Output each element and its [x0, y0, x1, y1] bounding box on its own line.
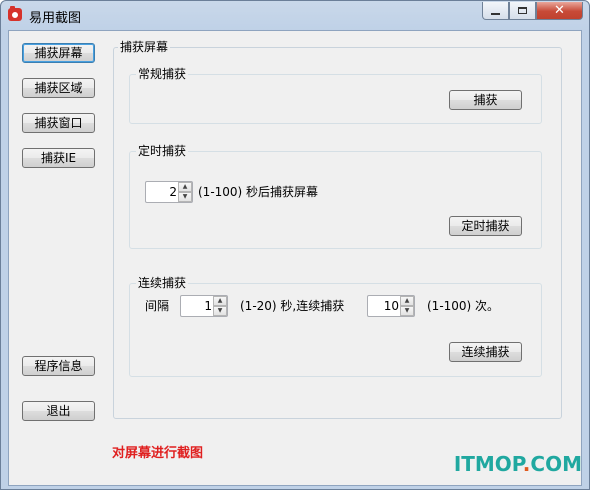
continuous-capture-group: 连续捕获 间隔 1 ▲ ▼ (1-20) 秒,连续捕获 10 ▲ ▼ (1-10…: [129, 275, 542, 377]
interval-range-text: (1-20) 秒,连续捕获: [240, 299, 345, 313]
delay-spinner-arrows[interactable]: ▲ ▼: [178, 182, 192, 202]
status-text: 对屏幕进行截图: [112, 446, 204, 461]
watermark-suffix: COM: [530, 452, 582, 476]
spin-down-icon[interactable]: ▼: [178, 192, 192, 202]
delay-spinner[interactable]: 2 ▲ ▼: [145, 181, 193, 203]
timed-capture-label: 定时捕获: [136, 143, 189, 159]
spin-up-icon[interactable]: ▲: [178, 182, 192, 192]
minimize-icon: [491, 13, 500, 15]
close-button[interactable]: ✕: [536, 2, 583, 20]
watermark-prefix: ITMOP: [453, 452, 523, 476]
maximize-button[interactable]: [509, 2, 536, 20]
spin-down-icon[interactable]: ▼: [400, 306, 414, 316]
capture-ie-button[interactable]: 捕获IE: [22, 148, 95, 168]
spin-down-icon[interactable]: ▼: [213, 306, 227, 316]
panel-title: 捕获屏幕: [118, 39, 171, 55]
app-window: 易用截图 ✕ 捕获屏幕 捕获区域 捕获窗口 捕获IE 程序信息 退出 捕获屏幕 …: [0, 0, 590, 490]
count-spinner[interactable]: 10 ▲ ▼: [367, 295, 415, 317]
camera-icon: [8, 6, 22, 21]
spin-up-icon[interactable]: ▲: [213, 296, 227, 306]
interval-spinner[interactable]: 1 ▲ ▼: [180, 295, 228, 317]
capture-region-button[interactable]: 捕获区域: [22, 78, 95, 98]
timed-capture-group: 定时捕获 2 ▲ ▼ (1-100) 秒后捕获屏幕 定时捕获: [129, 143, 542, 249]
normal-capture-label: 常规捕获: [136, 66, 189, 82]
delay-range-text: (1-100) 秒后捕获屏幕: [198, 185, 319, 199]
count-range-text: (1-100) 次。: [427, 299, 500, 313]
capture-window-button[interactable]: 捕获窗口: [22, 113, 95, 133]
maximize-icon: [518, 7, 527, 14]
capture-screen-button[interactable]: 捕获屏幕: [22, 43, 95, 63]
close-icon: ✕: [554, 3, 565, 18]
continuous-capture-label: 连续捕获: [136, 275, 189, 291]
spin-up-icon[interactable]: ▲: [400, 296, 414, 306]
count-value: 10: [383, 299, 399, 313]
about-button[interactable]: 程序信息: [22, 356, 95, 376]
interval-spinner-arrows[interactable]: ▲ ▼: [213, 296, 227, 316]
watermark-logo: ITMOP.COM: [454, 452, 582, 476]
window-title: 易用截图: [29, 11, 82, 26]
capture-screen-panel: 捕获屏幕 常规捕获 捕获 定时捕获 2 ▲ ▼ (1-100) 秒后捕获屏幕 定…: [113, 39, 562, 419]
count-spinner-arrows[interactable]: ▲ ▼: [400, 296, 414, 316]
exit-button[interactable]: 退出: [22, 401, 95, 421]
client-area: 捕获屏幕 捕获区域 捕获窗口 捕获IE 程序信息 退出 捕获屏幕 常规捕获 捕获…: [8, 30, 582, 486]
interval-label: 间隔: [145, 299, 170, 313]
capture-button[interactable]: 捕获: [449, 90, 522, 110]
title-bar[interactable]: 易用截图 ✕: [1, 1, 589, 29]
interval-value: 1: [204, 299, 212, 313]
continuous-capture-button[interactable]: 连续捕获: [449, 342, 522, 362]
delay-value: 2: [169, 185, 177, 199]
minimize-button[interactable]: [482, 2, 509, 20]
timed-capture-button[interactable]: 定时捕获: [449, 216, 522, 236]
normal-capture-group: 常规捕获 捕获: [129, 66, 542, 124]
